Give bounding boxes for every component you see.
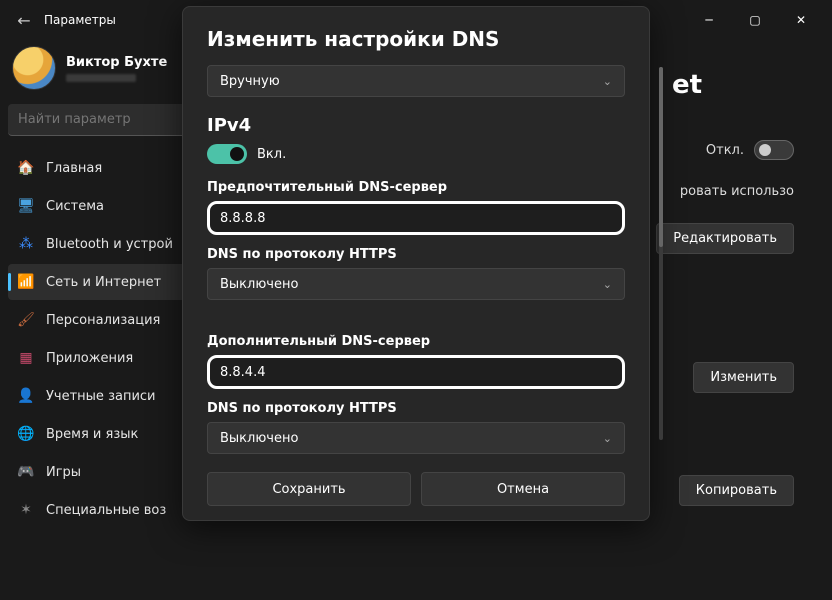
doh2-select[interactable]: Выключено ⌄ [207,422,625,454]
chevron-down-icon: ⌄ [603,278,612,291]
preferred-dns-label: Предпочтительный DNS-сервер [207,180,625,195]
ipv4-toggle-label: Вкл. [257,147,286,162]
select-value: Вручную [220,74,280,89]
doh2-label: DNS по протоколу HTTPS [207,401,625,416]
modal-title: Изменить настройки DNS [207,27,625,51]
ipv4-heading: IPv4 [207,115,625,136]
dns-mode-select[interactable]: Вручную ⌄ [207,65,625,97]
dns-settings-modal: Изменить настройки DNS Вручную ⌄ IPv4 Вк… [182,6,650,521]
alt-dns-label: Дополнительный DNS-сервер [207,334,625,349]
alt-dns-input[interactable] [207,355,625,389]
doh1-label: DNS по протоколу HTTPS [207,247,625,262]
preferred-dns-input[interactable] [207,201,625,235]
modal-scrollbar[interactable] [659,67,663,440]
ipv4-toggle[interactable] [207,144,247,164]
doh1-select[interactable]: Выключено ⌄ [207,268,625,300]
chevron-down-icon: ⌄ [603,432,612,445]
modal-overlay: Изменить настройки DNS Вручную ⌄ IPv4 Вк… [0,0,832,600]
save-button[interactable]: Сохранить [207,472,411,506]
select-value: Выключено [220,277,298,292]
select-value: Выключено [220,431,298,446]
chevron-down-icon: ⌄ [603,75,612,88]
cancel-button[interactable]: Отмена [421,472,625,506]
